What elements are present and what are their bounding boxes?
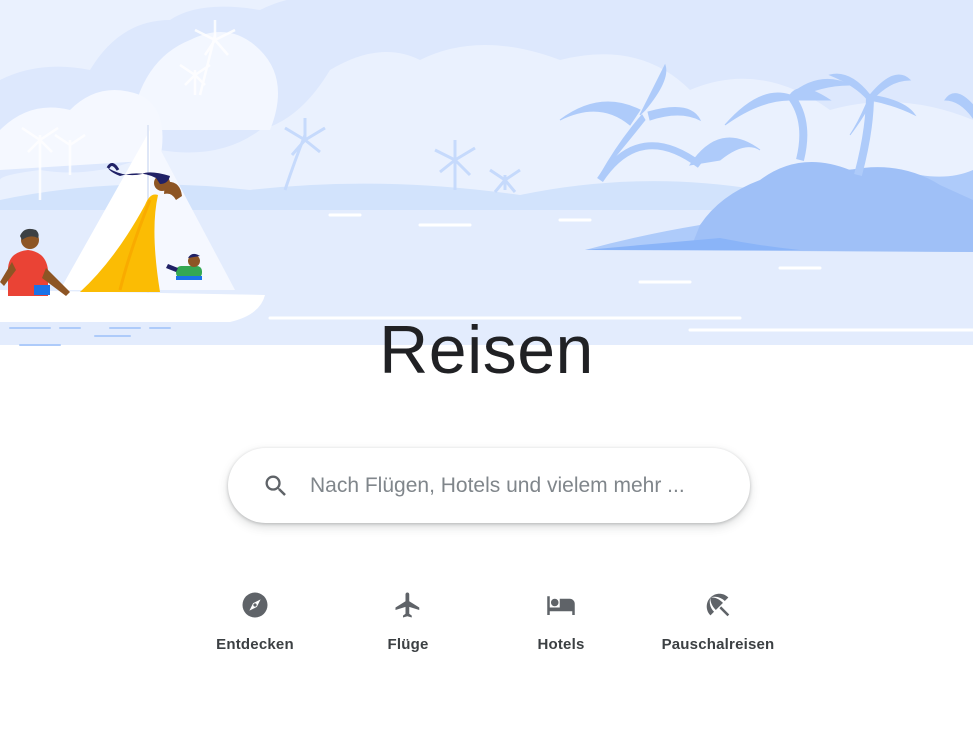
search-icon[interactable] [262, 472, 290, 500]
bed-icon [547, 596, 575, 615]
beach-umbrella-icon [706, 593, 730, 617]
nav-label-entdecken: Entdecken [216, 636, 294, 653]
search-box[interactable] [228, 448, 750, 523]
airplane-icon [395, 592, 420, 618]
nav-label-hotels: Hotels [537, 636, 585, 653]
nav-label-pauschalreisen: Pauschalreisen [661, 636, 775, 653]
compass-icon [242, 592, 268, 618]
nav-item-fluege[interactable]: Flüge [333, 588, 483, 668]
nav-item-pauschalreisen[interactable]: Pauschalreisen [643, 588, 793, 668]
nav-item-hotels[interactable]: Hotels [486, 588, 636, 668]
nav-item-entdecken[interactable]: Entdecken [180, 588, 330, 668]
nav-label-fluege: Flüge [387, 636, 429, 653]
page-title: Reisen [379, 312, 594, 388]
search-input[interactable] [310, 466, 730, 506]
